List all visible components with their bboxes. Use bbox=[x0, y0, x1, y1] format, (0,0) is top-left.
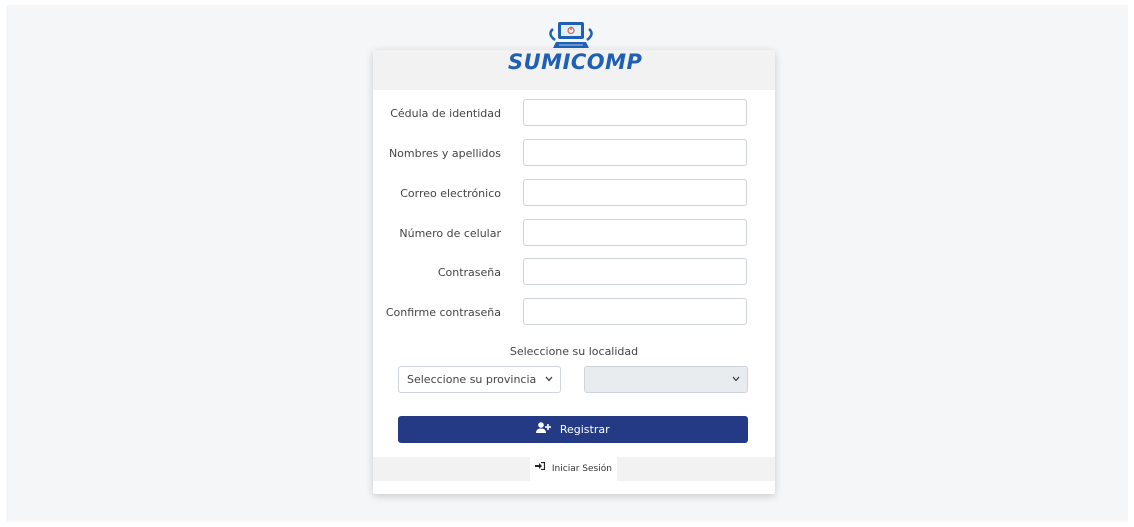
brand-logo: SUMICOMP bbox=[508, 20, 643, 76]
sign-in-icon bbox=[535, 456, 546, 480]
locality-label: Seleccione su localidad bbox=[509, 345, 639, 358]
chevron-down-icon bbox=[545, 376, 553, 382]
full-name-input[interactable] bbox=[523, 139, 747, 166]
full-name-row: Nombres y apellidos bbox=[373, 139, 775, 169]
card-footer: Iniciar Sesión bbox=[373, 457, 775, 481]
phone-row: Número de celular bbox=[373, 219, 775, 249]
full-name-label: Nombres y apellidos bbox=[388, 147, 501, 160]
email-input[interactable] bbox=[523, 179, 747, 206]
register-button[interactable]: Registrar bbox=[398, 416, 748, 443]
id-number-input[interactable] bbox=[523, 99, 747, 126]
user-plus-icon bbox=[536, 416, 552, 443]
province-select-value: Seleccione su provincia bbox=[407, 373, 537, 386]
computer-power-icon bbox=[549, 22, 593, 48]
province-select[interactable]: Seleccione su provincia bbox=[398, 366, 561, 393]
phone-label: Número de celular bbox=[399, 227, 501, 240]
registration-card: Cédula de identidad Nombres y apellidos … bbox=[373, 50, 775, 494]
email-label: Correo electrónico bbox=[400, 187, 501, 200]
login-link-label: Iniciar Sesión bbox=[551, 464, 612, 474]
email-row: Correo electrónico bbox=[373, 179, 775, 209]
id-number-row: Cédula de identidad bbox=[373, 99, 775, 129]
confirm-password-label: Confirme contraseña bbox=[385, 306, 501, 319]
password-input[interactable] bbox=[523, 258, 747, 285]
login-link[interactable]: Iniciar Sesión bbox=[530, 457, 617, 481]
confirm-password-row: Confirme contraseña bbox=[373, 298, 775, 328]
password-row: Contraseña bbox=[373, 258, 775, 288]
chevron-down-icon bbox=[732, 376, 740, 382]
confirm-password-input[interactable] bbox=[523, 298, 747, 325]
register-button-label: Registrar bbox=[559, 423, 610, 436]
canton-select[interactable] bbox=[584, 366, 748, 393]
password-label: Contraseña bbox=[437, 266, 501, 279]
phone-input[interactable] bbox=[523, 219, 747, 246]
id-number-label: Cédula de identidad bbox=[390, 107, 501, 120]
brand-name: SUMICOMP bbox=[508, 50, 643, 74]
